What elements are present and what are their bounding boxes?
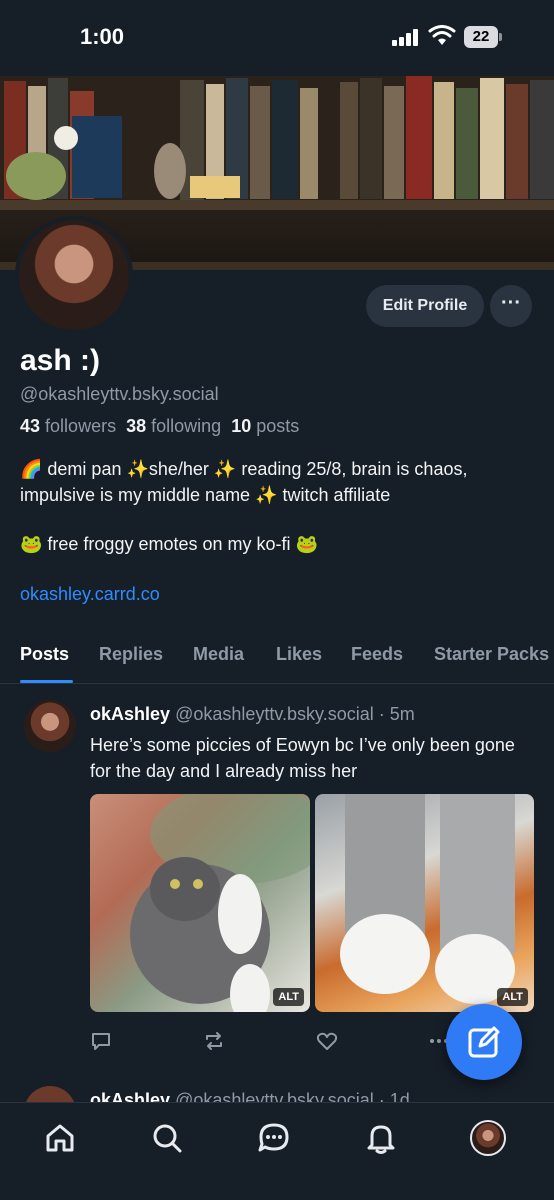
profile-tabs: Posts Replies Media Likes Feeds Starter … bbox=[0, 636, 554, 684]
status-bar: 1:00 22 bbox=[0, 0, 554, 76]
following-count: 38 bbox=[126, 416, 147, 436]
active-tab-indicator bbox=[20, 680, 73, 683]
post-2-peek[interactable]: okAshley @okashleyttv.bsky.social · 1d bbox=[0, 1080, 554, 1102]
followers-label: followers bbox=[45, 416, 117, 436]
post-text[interactable]: Here’s some piccies of Eowyn bc I’ve onl… bbox=[90, 732, 540, 784]
post-avatar[interactable] bbox=[24, 1086, 76, 1102]
following-label: following bbox=[151, 416, 222, 436]
profile-nav-avatar[interactable] bbox=[470, 1120, 506, 1156]
bottom-nav bbox=[0, 1102, 554, 1200]
profile-bio: 🌈 demi pan ✨she/her ✨ reading 25/8, brai… bbox=[20, 459, 468, 505]
post-author-handle[interactable]: @okashleyttv.bsky.social bbox=[175, 1090, 374, 1102]
search-icon[interactable] bbox=[150, 1121, 184, 1155]
profile-more-button[interactable]: ··· bbox=[490, 285, 532, 327]
signal-icon bbox=[392, 28, 420, 46]
repost-icon[interactable] bbox=[203, 1030, 225, 1052]
profile-link[interactable]: okashley.carrd.co bbox=[20, 584, 160, 605]
edit-profile-button[interactable]: Edit Profile bbox=[366, 285, 484, 327]
post-image-2[interactable]: ALT bbox=[315, 794, 534, 1012]
posts-count: 10 bbox=[231, 416, 252, 436]
kitten-photo-2 bbox=[340, 794, 515, 1004]
post-author-name[interactable]: okAshley bbox=[90, 704, 170, 724]
post-actions bbox=[90, 1030, 450, 1052]
display-name: ash :) bbox=[20, 344, 101, 377]
reply-icon[interactable] bbox=[90, 1030, 112, 1052]
tab-likes[interactable]: Likes bbox=[276, 644, 322, 665]
post-author-handle[interactable]: @okashleyttv.bsky.social bbox=[175, 704, 374, 724]
profile-stats: 43 followers 38 following 10 posts bbox=[20, 416, 299, 437]
status-time: 1:00 bbox=[80, 24, 125, 49]
bell-icon[interactable] bbox=[364, 1121, 398, 1155]
tab-feeds[interactable]: Feeds bbox=[351, 644, 403, 665]
home-icon[interactable] bbox=[43, 1121, 77, 1155]
battery-level: 22 bbox=[464, 26, 498, 48]
profile-bio-line2: 🐸 free froggy emotes on my ko-fi 🐸 bbox=[20, 534, 318, 554]
tab-replies[interactable]: Replies bbox=[99, 644, 163, 665]
followers-link[interactable]: 43 followers bbox=[20, 416, 116, 436]
compose-button[interactable] bbox=[446, 1004, 522, 1080]
posts-stat: 10 posts bbox=[231, 416, 299, 436]
post-header: okAshley @okashleyttv.bsky.social · 5m bbox=[90, 704, 415, 725]
compose-icon bbox=[468, 1026, 500, 1058]
alt-badge[interactable]: ALT bbox=[273, 988, 304, 1006]
tab-starter-packs[interactable]: Starter Packs bbox=[434, 644, 549, 665]
post-author-name[interactable]: okAshley bbox=[90, 1090, 170, 1102]
profile-handle: @okashleyttv.bsky.social bbox=[20, 384, 219, 404]
posts-label: posts bbox=[256, 416, 300, 436]
followers-count: 43 bbox=[20, 416, 41, 436]
wifi-icon bbox=[428, 25, 456, 45]
tab-media[interactable]: Media bbox=[193, 644, 244, 665]
heart-icon[interactable] bbox=[316, 1030, 338, 1052]
chat-icon[interactable] bbox=[257, 1121, 291, 1155]
post-time: · 1d bbox=[378, 1090, 410, 1102]
post-image-1[interactable]: ALT bbox=[90, 794, 310, 1012]
post-time: · 5m bbox=[378, 704, 415, 724]
bookshelf-image bbox=[0, 76, 554, 201]
battery-icon: 22 bbox=[464, 26, 502, 48]
kitten-photo-1 bbox=[130, 794, 310, 1012]
following-link[interactable]: 38 following bbox=[126, 416, 221, 436]
tab-posts[interactable]: Posts bbox=[20, 644, 69, 665]
post-header: okAshley @okashleyttv.bsky.social · 1d bbox=[90, 1090, 410, 1102]
profile-avatar[interactable] bbox=[15, 216, 133, 334]
post-avatar[interactable] bbox=[24, 700, 76, 752]
